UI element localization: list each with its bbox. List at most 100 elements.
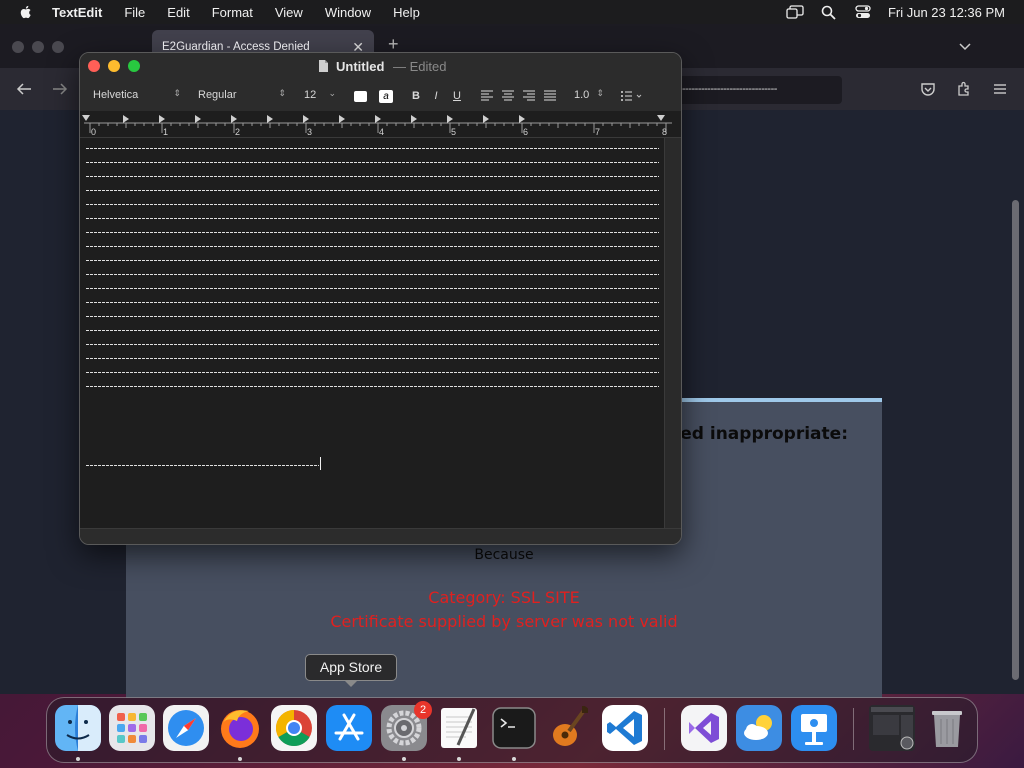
tooltip-label: App Store — [319, 659, 383, 675]
document-icon[interactable] — [318, 59, 329, 73]
pocket-icon[interactable] — [920, 81, 936, 97]
edited-label: Edited — [409, 59, 447, 74]
zoom-button[interactable] — [128, 60, 140, 72]
tab-stop-marker[interactable] — [519, 115, 525, 123]
list-all-tabs-chevron-icon[interactable] — [958, 40, 972, 54]
close-button[interactable] — [88, 60, 100, 72]
horizontal-scrollbar[interactable] — [80, 528, 681, 544]
menu-window[interactable]: Window — [314, 5, 382, 20]
menu-bar-clock[interactable]: Fri Jun 23 12:36 PM — [888, 5, 1005, 20]
font-style-value: Regular — [198, 89, 237, 101]
back-arrow-icon[interactable] — [15, 80, 33, 98]
font-size-combo[interactable]: 12 ⌄ — [304, 88, 336, 104]
tab-stop-marker[interactable] — [123, 115, 129, 123]
dock-terminal-icon[interactable] — [491, 705, 537, 751]
highlight-color-well-icon[interactable]: a — [377, 87, 395, 105]
dock-launchpad-icon[interactable] — [109, 705, 155, 751]
text-line-last — [86, 465, 319, 466]
text-line — [86, 148, 659, 149]
tab-stop-marker[interactable] — [303, 115, 309, 123]
menu-edit[interactable]: Edit — [156, 5, 200, 20]
list-bullets-icon[interactable] — [618, 87, 644, 105]
tab-stop-marker[interactable] — [339, 115, 345, 123]
browser-minimize-button[interactable] — [32, 41, 44, 53]
dock-tooltip: App Store — [305, 654, 397, 687]
minimize-button[interactable] — [108, 60, 120, 72]
line-spacing-value: 1.0 — [574, 89, 590, 101]
tab-stop-marker[interactable] — [159, 115, 165, 123]
ruler-number: 6 — [523, 127, 528, 137]
dock-chrome-icon[interactable] — [271, 705, 317, 751]
align-center-icon[interactable] — [499, 87, 517, 105]
browser-zoom-button[interactable] — [52, 41, 64, 53]
text-line — [86, 358, 659, 359]
bold-button[interactable]: B — [407, 87, 425, 105]
dock-vscode-icon[interactable] — [602, 705, 648, 751]
dock-weather-icon[interactable] — [736, 705, 782, 751]
dock-firefox-icon[interactable] — [217, 705, 263, 751]
page-scrollbar[interactable] — [1012, 200, 1019, 680]
font-family-value: Helvetica — [93, 89, 139, 101]
app-menu-hamburger-icon[interactable] — [992, 81, 1008, 97]
line-spacing-popup[interactable]: 1.0 ⇕ — [574, 88, 604, 104]
menu-file[interactable]: File — [113, 5, 156, 20]
italic-button[interactable]: I — [427, 87, 445, 105]
text-line — [86, 232, 659, 233]
tab-stop-marker[interactable] — [267, 115, 273, 123]
because-label: Because — [474, 547, 534, 563]
right-indent-marker[interactable] — [657, 115, 665, 121]
align-justify-icon[interactable] — [541, 87, 559, 105]
dock-app-store-icon[interactable] — [326, 705, 372, 751]
align-left-icon[interactable] — [478, 87, 496, 105]
tab-stop-marker[interactable] — [195, 115, 201, 123]
ruler-number: 2 — [235, 127, 240, 137]
dock-garageband-icon[interactable] — [545, 705, 591, 751]
tab-stop-marker[interactable] — [447, 115, 453, 123]
text-line — [86, 316, 659, 317]
dock-keynote-icon[interactable] — [791, 705, 837, 751]
dock-recent-window-thumbnail[interactable] — [869, 705, 915, 751]
menu-app-name[interactable]: TextEdit — [52, 5, 113, 20]
menu-format[interactable]: Format — [201, 5, 264, 20]
text-color-well[interactable] — [351, 87, 369, 105]
align-right-icon[interactable] — [520, 87, 538, 105]
underline-button[interactable]: U — [448, 87, 466, 105]
text-line — [86, 246, 659, 247]
ruler-number: 5 — [451, 127, 456, 137]
control-center-icon[interactable] — [854, 4, 872, 20]
font-family-popup[interactable]: Helvetica ⇕ — [93, 88, 181, 104]
text-line — [86, 274, 659, 275]
spotlight-search-icon[interactable] — [820, 4, 838, 20]
ruler-number: 1 — [163, 127, 168, 137]
dock-visual-studio-icon[interactable] — [681, 705, 727, 751]
left-indent-marker[interactable] — [82, 115, 90, 121]
dock-safari-icon[interactable] — [163, 705, 209, 751]
dock-textedit-icon[interactable] — [436, 705, 482, 751]
menu-bar: TextEdit File Edit Format View Window He… — [0, 0, 1024, 24]
screen-mirroring-icon[interactable] — [786, 4, 804, 20]
tab-stop-marker[interactable] — [483, 115, 489, 123]
insertion-caret — [320, 457, 321, 470]
forward-arrow-icon[interactable] — [51, 80, 69, 98]
text-line — [86, 190, 659, 191]
format-toolbar: Helvetica ⇕ Regular ⇕ 12 ⌄ a B I U 1.0 ⇕ — [80, 81, 681, 111]
vertical-scrollbar[interactable] — [664, 138, 681, 528]
text-editing-area[interactable] — [80, 138, 665, 528]
textedit-title-bar[interactable]: Untitled — Edited — [80, 53, 681, 81]
font-size-value: 12 — [304, 89, 317, 101]
text-line — [86, 302, 659, 303]
menu-view[interactable]: View — [264, 5, 314, 20]
tab-stop-marker[interactable] — [411, 115, 417, 123]
extensions-icon[interactable] — [956, 81, 972, 97]
text-line — [86, 372, 659, 373]
ruler[interactable]: 0 1 2 3 4 5 6 7 8 — [80, 111, 681, 138]
dock-finder-icon[interactable] — [55, 705, 101, 751]
tab-stop-marker[interactable] — [231, 115, 237, 123]
url-bar[interactable]: ------------------------------ — [676, 76, 842, 104]
tab-stop-marker[interactable] — [375, 115, 381, 123]
browser-close-button[interactable] — [12, 41, 24, 53]
apple-menu-icon[interactable] — [18, 4, 34, 20]
menu-help[interactable]: Help — [382, 5, 431, 20]
font-style-popup[interactable]: Regular ⇕ — [198, 88, 286, 104]
dock-trash-icon[interactable] — [924, 705, 970, 751]
